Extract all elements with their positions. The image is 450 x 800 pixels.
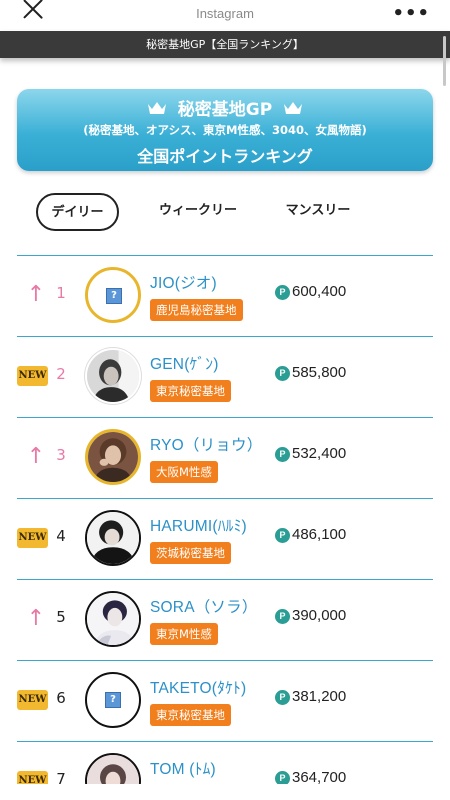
points-amount: 390,000 xyxy=(292,607,347,624)
shop-badge[interactable]: 大阪M性感 xyxy=(150,461,218,483)
trend-up-icon: ↑ xyxy=(26,606,46,631)
browser-topbar: Instagram ••• xyxy=(0,0,450,31)
bottom-toolbar-edge xyxy=(0,784,450,800)
more-icon[interactable]: ••• xyxy=(392,3,430,24)
page-header: 秘密基地GP【全国ランキング】 xyxy=(0,31,450,58)
profile-photo xyxy=(88,432,138,482)
period-tabs: デイリー ウィークリー マンスリー xyxy=(0,193,450,231)
rank-number: 1 xyxy=(56,284,66,302)
rank-number: 5 xyxy=(56,608,66,626)
points-value: P 486,100 xyxy=(275,526,346,543)
points-value: P 585,800 xyxy=(275,364,346,381)
shop-badge[interactable]: 東京M性感 xyxy=(150,623,218,645)
card-heading: 全国ポイントランキング xyxy=(137,147,313,166)
new-badge: NEW xyxy=(17,366,48,386)
point-icon: P xyxy=(275,447,290,462)
avatar[interactable]: ? xyxy=(85,672,141,728)
card-subtitle: (秘密基地、オアシス、東京M性感、3040、女風物語) xyxy=(83,123,367,137)
shop-badge[interactable]: 東京秘密基地 xyxy=(150,704,231,726)
trend-up-icon: ↑ xyxy=(26,282,46,307)
tab-monthly[interactable]: マンスリー xyxy=(275,193,361,231)
person-name[interactable]: GEN(ｹﾞﾝ) xyxy=(150,352,219,374)
profile-photo xyxy=(87,350,139,402)
profile-photo xyxy=(87,512,139,564)
scrollbar[interactable] xyxy=(443,36,446,86)
rank-number: 6 xyxy=(56,689,66,707)
point-icon: P xyxy=(275,528,290,543)
card-title: 秘密基地GP xyxy=(177,100,273,120)
ranking-list: ↑ 1 ? JIO(ジオ) 鹿児島秘密基地 P 600,400 NEW 2 GEN… xyxy=(17,255,433,800)
topbar-title: Instagram xyxy=(196,6,254,21)
person-name[interactable]: HARUMI(ﾊﾙﾐ) xyxy=(150,514,247,536)
point-icon: P xyxy=(275,690,290,705)
person-name[interactable]: TOM (ﾄﾑ) xyxy=(150,757,216,779)
placeholder-image-icon: ? xyxy=(106,288,122,304)
tab-weekly[interactable]: ウィークリー xyxy=(148,193,248,231)
avatar[interactable] xyxy=(85,510,141,566)
card-title-row: 秘密基地GP xyxy=(17,95,433,120)
avatar[interactable] xyxy=(85,591,141,647)
tab-daily[interactable]: デイリー xyxy=(36,193,119,231)
shop-badge[interactable]: 茨城秘密基地 xyxy=(150,542,231,564)
shop-badge[interactable]: 東京秘密基地 xyxy=(150,380,231,402)
rank-number: 3 xyxy=(56,446,66,464)
new-badge: NEW xyxy=(17,690,48,710)
ranking-row[interactable]: NEW 4 HARUMI(ﾊﾙﾐ) 茨城秘密基地 P 486,100 xyxy=(17,498,433,579)
crown-icon xyxy=(147,102,166,114)
person-name[interactable]: RYO（リョウ） xyxy=(150,433,262,455)
points-value: P 390,000 xyxy=(275,607,346,624)
point-icon: P xyxy=(275,366,290,381)
ranking-row[interactable]: ↑ 1 ? JIO(ジオ) 鹿児島秘密基地 P 600,400 xyxy=(17,255,433,336)
point-icon: P xyxy=(275,285,290,300)
rank-number: 2 xyxy=(56,365,66,383)
person-name[interactable]: TAKETO(ﾀｹﾄ) xyxy=(150,676,246,698)
ranking-row[interactable]: ↑ 5 SORA（ソラ） 東京M性感 P 390,000 xyxy=(17,579,433,660)
new-badge: NEW xyxy=(17,528,48,548)
avatar[interactable]: ? xyxy=(85,267,141,323)
page-title: 秘密基地GP【全国ランキング】 xyxy=(146,38,304,51)
avatar[interactable] xyxy=(85,348,141,404)
points-value: P 600,400 xyxy=(275,283,346,300)
points-amount: 532,400 xyxy=(292,445,347,462)
points-amount: 381,200 xyxy=(292,688,347,705)
avatar[interactable] xyxy=(85,429,141,485)
points-amount: 600,400 xyxy=(292,283,347,300)
points-value: P 381,200 xyxy=(275,688,346,705)
profile-photo xyxy=(87,593,139,645)
points-amount: 486,100 xyxy=(292,526,347,543)
ranking-row[interactable]: ↑ 3 RYO（リョウ） 大阪M性感 P 532,400 xyxy=(17,417,433,498)
ranking-row[interactable]: NEW 6 ? TAKETO(ﾀｹﾄ) 東京秘密基地 P 381,200 xyxy=(17,660,433,741)
ranking-row[interactable]: NEW 2 GEN(ｹﾞﾝ) 東京秘密基地 P 585,800 xyxy=(17,336,433,417)
person-name[interactable]: SORA（ソラ） xyxy=(150,595,258,617)
trend-up-icon: ↑ xyxy=(26,444,46,469)
rank-number: 4 xyxy=(56,527,66,545)
person-name[interactable]: JIO(ジオ) xyxy=(150,271,217,293)
ranking-title-card: 秘密基地GP (秘密基地、オアシス、東京M性感、3040、女風物語) 全国ポイン… xyxy=(17,89,433,171)
placeholder-image-icon: ? xyxy=(105,692,121,708)
crown-icon xyxy=(284,102,303,114)
points-value: P 532,400 xyxy=(275,445,346,462)
points-amount: 585,800 xyxy=(292,364,347,381)
point-icon: P xyxy=(275,609,290,624)
shop-badge[interactable]: 鹿児島秘密基地 xyxy=(150,299,243,321)
